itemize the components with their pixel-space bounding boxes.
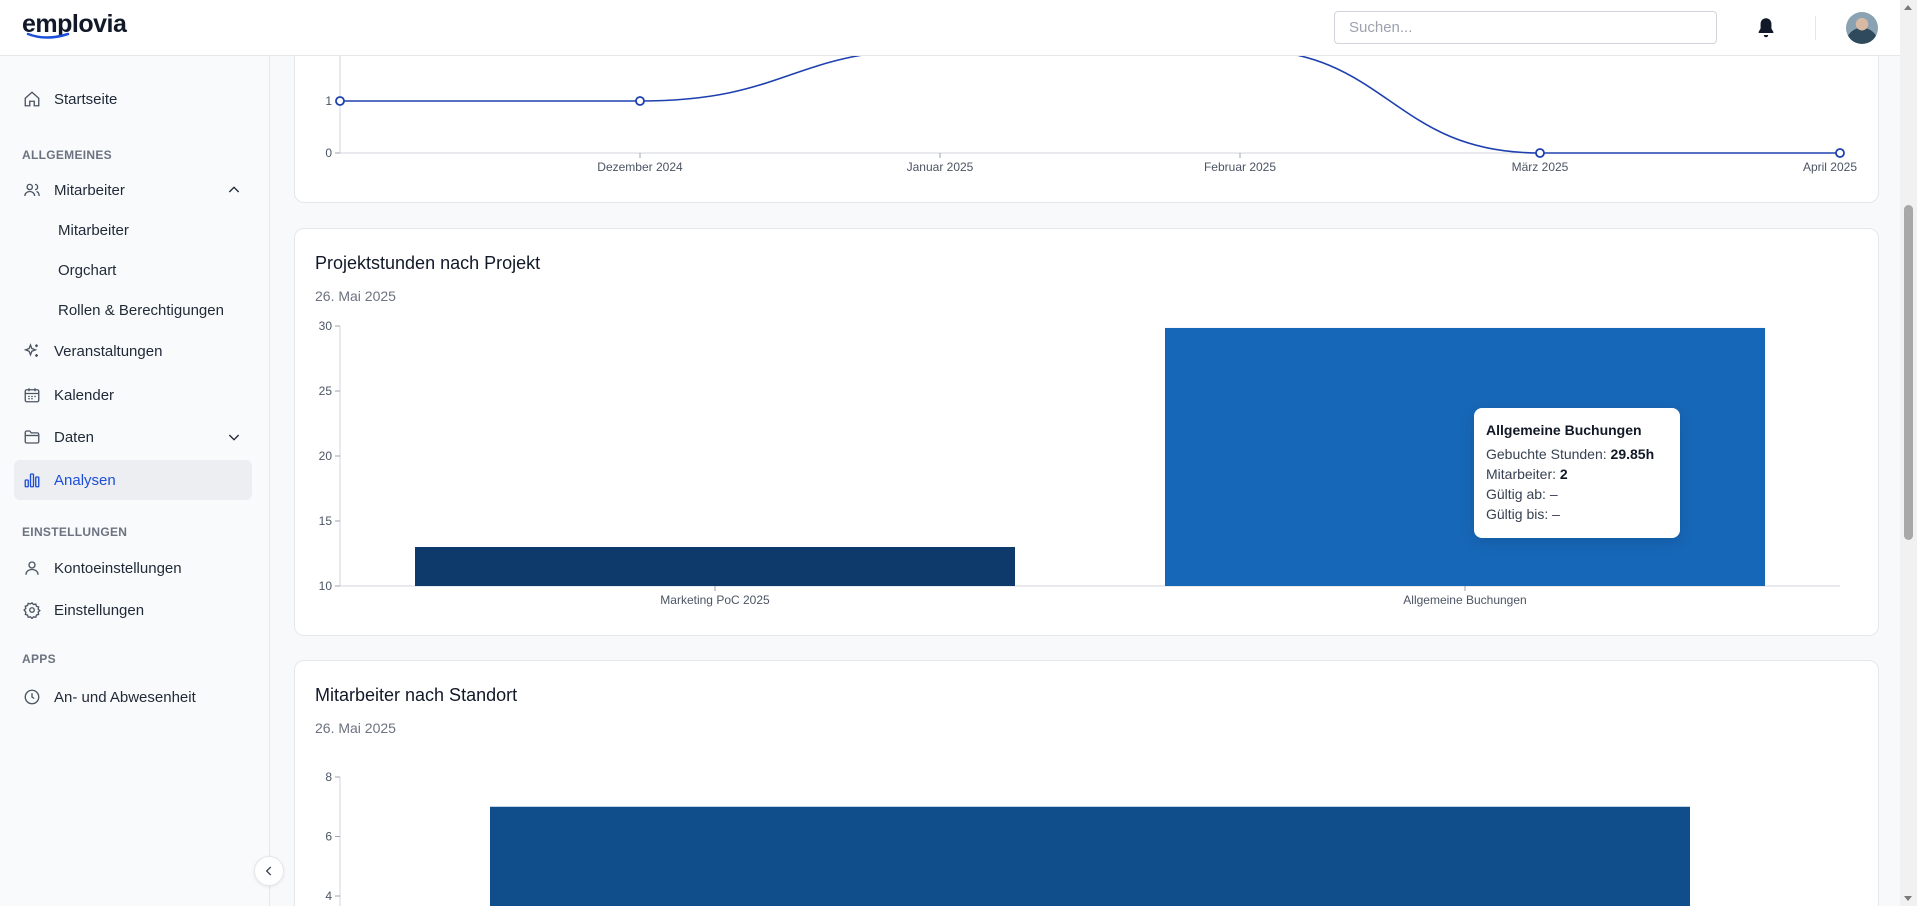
scroll-thumb[interactable]: [1904, 205, 1913, 540]
x-tick-label: Marketing PoC 2025: [660, 593, 770, 607]
sidebar-item-label: Kontoeinstellungen: [54, 559, 182, 577]
calendar-icon: [22, 385, 42, 405]
tooltip-hours-value: 29.85h: [1610, 446, 1655, 462]
user-icon: [22, 558, 42, 578]
chevron-down-icon[interactable]: [226, 429, 242, 445]
sidebar-item-attendance[interactable]: An- und Abwesenheit: [14, 680, 252, 714]
series-line: [340, 48, 1840, 154]
y-tick-label: 20: [319, 449, 333, 463]
scroll-down-arrow-icon[interactable]: [1904, 896, 1912, 901]
search-input[interactable]: [1334, 11, 1717, 44]
tooltip-valid-from-value: –: [1549, 486, 1558, 502]
chevron-up-icon[interactable]: [226, 182, 242, 198]
scroll-up-arrow-icon[interactable]: [1904, 5, 1912, 10]
sparkles-icon: [22, 341, 42, 361]
section-label-general: ALLGEMEINES: [22, 148, 112, 162]
sidebar-item-settings[interactable]: Einstellungen: [14, 593, 252, 627]
section-label-settings: EINSTELLUNGEN: [22, 525, 128, 539]
sidebar-collapse-button[interactable]: [254, 856, 284, 886]
x-tick-label: Dezember 2024: [597, 160, 683, 174]
x-tick-label: Allgemeine Buchungen: [1403, 593, 1526, 607]
emplovia-logo[interactable]: emplovia: [22, 10, 127, 39]
sidebar-item-home[interactable]: Startseite: [14, 82, 252, 116]
y-tick-label: 4: [325, 889, 332, 903]
sidebar-item-label: Einstellungen: [54, 601, 145, 619]
notification-bell-icon[interactable]: [1753, 15, 1779, 41]
tooltip-hours-row: Gebuchte Stunden: 29.85h: [1486, 446, 1668, 462]
chart-tooltip: Allgemeine Buchungen Gebuchte Stunden: 2…: [1474, 408, 1680, 538]
gear-icon: [22, 600, 42, 620]
sidebar-item-events[interactable]: Veranstaltungen: [14, 334, 252, 368]
sidebar: Startseite ALLGEMEINES Mitarbeiter Mitar…: [0, 56, 270, 906]
page-scrollbar[interactable]: [1900, 0, 1917, 906]
x-tick-label: Januar 2025: [907, 160, 974, 174]
data-point: [335, 96, 345, 106]
sidebar-item-label: Mitarbeiter: [54, 181, 125, 199]
sidebar-item-data[interactable]: Daten: [14, 420, 252, 454]
bar: [415, 547, 1015, 586]
employees-by-location-card: Mitarbeiter nach Standort 26. Mai 2025 4…: [294, 660, 1879, 906]
y-tick-label: 15: [319, 514, 333, 528]
x-tick-label: April 2025: [1803, 160, 1857, 174]
section-label-apps: APPS: [22, 652, 56, 666]
tooltip-employees-label: Mitarbeiter:: [1486, 466, 1557, 482]
logo-swoosh-icon: [26, 32, 70, 39]
y-tick-label: 10: [319, 579, 333, 593]
y-tick-label: 25: [319, 384, 333, 398]
tooltip-valid-to-row: Gültig bis: –: [1486, 506, 1668, 522]
y-tick-label: 1: [325, 94, 332, 108]
tooltip-valid-to-value: –: [1552, 506, 1560, 522]
sidebar-subitem-orgchart[interactable]: Orgchart: [58, 262, 116, 279]
sidebar-item-account-settings[interactable]: Kontoeinstellungen: [14, 551, 252, 585]
bar-chart-icon: [22, 470, 42, 490]
data-point: [1835, 148, 1845, 158]
user-avatar[interactable]: [1846, 12, 1878, 44]
chevron-left-icon: [265, 866, 272, 876]
bar: [490, 806, 1690, 906]
data-point: [635, 96, 645, 106]
sidebar-item-label: An- und Abwesenheit: [54, 688, 196, 706]
tooltip-title: Allgemeine Buchungen: [1486, 422, 1642, 438]
sidebar-subitem-roles[interactable]: Rollen & Berechtigungen: [58, 302, 224, 319]
sidebar-item-employees-group[interactable]: Mitarbeiter: [14, 173, 252, 207]
sidebar-item-calendar[interactable]: Kalender: [14, 378, 252, 412]
header-divider: [1815, 16, 1816, 40]
top-header: emplovia: [0, 0, 1900, 56]
employees-location-chart: 4 6 8: [325, 770, 1690, 906]
users-icon: [22, 180, 42, 200]
home-icon: [22, 89, 42, 109]
tooltip-employees-value: 2: [1559, 466, 1568, 482]
tooltip-employees-row: Mitarbeiter: 2: [1486, 466, 1668, 482]
tooltip-valid-to-label: Gültig bis:: [1486, 506, 1549, 522]
sidebar-item-label: Analysen: [54, 471, 116, 489]
sidebar-item-label: Veranstaltungen: [54, 342, 163, 360]
data-point: [1535, 148, 1545, 158]
y-tick-label: 8: [325, 770, 332, 784]
tooltip-valid-from-label: Gültig ab:: [1486, 486, 1546, 502]
y-tick-label: 0: [325, 146, 332, 160]
sidebar-item-label: Kalender: [54, 386, 115, 404]
x-tick-label: März 2025: [1512, 160, 1569, 174]
tooltip-hours-label: Gebuchte Stunden:: [1486, 446, 1607, 462]
sidebar-item-analytics[interactable]: Analysen: [14, 460, 252, 500]
y-tick-label: 6: [325, 830, 332, 844]
clock-icon: [22, 687, 42, 707]
folder-icon: [22, 427, 42, 447]
sidebar-item-label: Startseite: [54, 90, 118, 108]
sidebar-item-label: Daten: [54, 428, 95, 446]
x-tick-label: Februar 2025: [1204, 160, 1276, 174]
sidebar-subitem-employees[interactable]: Mitarbeiter: [58, 222, 129, 239]
tooltip-valid-from-row: Gültig ab: –: [1486, 486, 1668, 502]
y-tick-label: 30: [319, 319, 333, 333]
